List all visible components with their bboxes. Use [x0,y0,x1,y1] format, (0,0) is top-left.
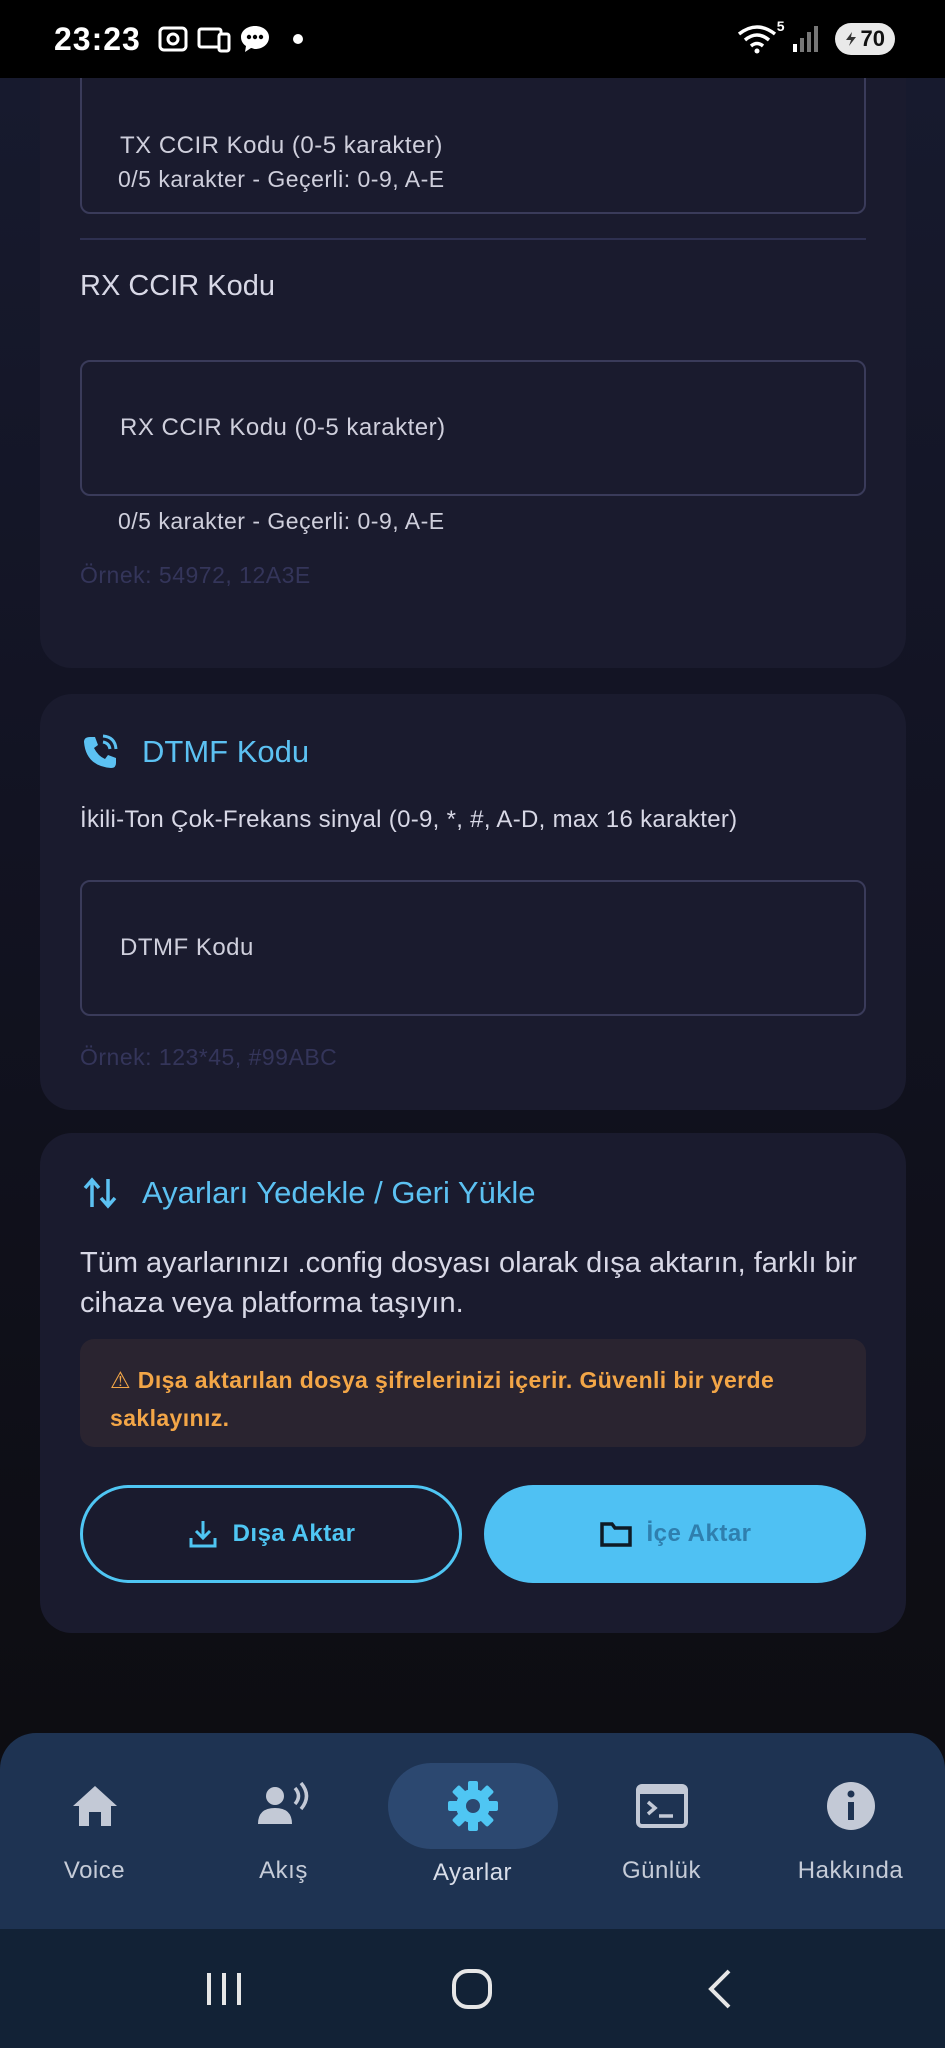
back-button[interactable] [661,1949,781,2029]
tx-ccir-input[interactable]: TX CCIR Kodu (0-5 karakter) [80,78,866,214]
screenshot-icon [158,26,188,52]
import-button-label: İçe Aktar [646,1520,752,1547]
wifi-icon [737,25,776,54]
nav-hakkinda-label: Hakkında [797,1857,904,1884]
battery-indicator: 70 [834,23,895,55]
gear-icon [447,1781,498,1831]
settings-content[interactable]: TX CCIR Kodu (0-5 karakter) 0/5 karakter… [0,78,945,1733]
home-icon [72,1786,117,1826]
dtmf-description: İkili-Ton Çok-Frekans sinyal (0-9, *, #,… [80,806,738,833]
nav-akis-label: Akış [259,1857,308,1884]
signal-icon [792,26,818,52]
nav-gunluk[interactable]: Günlük [567,1733,756,1929]
home-circle-icon [452,1968,493,2009]
dtmf-card: DTMF Kodu İkili-Ton Çok-Frekans sinyal (… [40,694,906,1110]
info-icon [826,1782,875,1830]
download-icon [189,1521,217,1548]
rx-ccir-label: RX CCIR Kodu [80,270,276,302]
dtmf-placeholder: DTMF Kodu [120,934,254,961]
nav-ayarlar-label: Ayarlar [432,1859,513,1886]
nav-voice-label: Voice [63,1857,126,1884]
system-navigation [0,1929,945,2048]
dtmf-title-text: DTMF Kodu [142,734,310,769]
ccir-card: TX CCIR Kodu (0-5 karakter) 0/5 karakter… [40,78,906,668]
export-button[interactable]: Dışa Aktar [80,1485,462,1583]
backup-description: Tüm ayarlarınızı .config dosyası olarak … [80,1247,857,1319]
recents-button[interactable] [164,1949,284,2029]
rx-ccir-helper: 0/5 karakter - Geçerli: 0-9, A-E [118,508,445,534]
tx-ccir-helper: 0/5 karakter - Geçerli: 0-9, A-E [118,166,445,192]
status-bar: 23:23 5 70 [0,0,945,78]
home-button[interactable] [412,1949,532,2029]
nav-gunluk-label: Günlük [621,1857,702,1884]
swap-vertical-icon [83,1177,117,1209]
recents-icon [207,1972,242,2005]
backup-title-text: Ayarları Yedekle / Geri Yükle [142,1175,536,1210]
wifi-indicator: 5 [737,18,785,54]
rx-ccir-placeholder: RX CCIR Kodu (0-5 karakter) [120,414,446,441]
backup-card: Ayarları Yedekle / Geri Yükle Tüm ayarla… [40,1133,906,1633]
dtmf-example: Örnek: 123*45, #99ABC [80,1044,338,1070]
speaker-person-icon [257,1782,308,1824]
battery-level: 70 [860,26,885,51]
wifi-badge: 5 [776,18,785,34]
ccir-example: Örnek: 54972, 12A3E [80,562,311,588]
notification-icons [157,24,303,54]
chat-icon [240,26,269,52]
rx-ccir-input[interactable]: RX CCIR Kodu (0-5 karakter) [80,360,866,496]
bottom-navigation: Voice Akış Ayarlar Günlük Hakkında [0,1733,945,1929]
import-button[interactable]: İçe Aktar [484,1485,866,1583]
nav-hakkinda[interactable]: Hakkında [756,1733,945,1929]
nav-ayarlar[interactable]: Ayarlar [378,1733,567,1929]
terminal-icon [635,1784,688,1828]
dtmf-title: DTMF Kodu [80,732,309,772]
ccir-divider [80,238,866,240]
export-warning: ⚠ Dışa aktarılan dosya şifrelerinizi içe… [80,1339,866,1447]
dtmf-input[interactable]: DTMF Kodu [80,880,866,1016]
nav-voice[interactable]: Voice [0,1733,189,1929]
status-time: 23:23 [54,20,141,57]
back-icon [707,1969,731,2008]
more-notifications-dot [292,34,303,44]
folder-icon [599,1522,632,1547]
nav-akis[interactable]: Akış [189,1733,378,1929]
devices-icon [197,27,231,53]
backup-title: Ayarları Yedekle / Geri Yükle [80,1173,535,1213]
phone-ringing-icon [84,734,118,768]
charging-icon [845,32,856,46]
export-button-label: Dışa Aktar [232,1520,356,1547]
tx-ccir-placeholder: TX CCIR Kodu (0-5 karakter) [120,132,443,159]
